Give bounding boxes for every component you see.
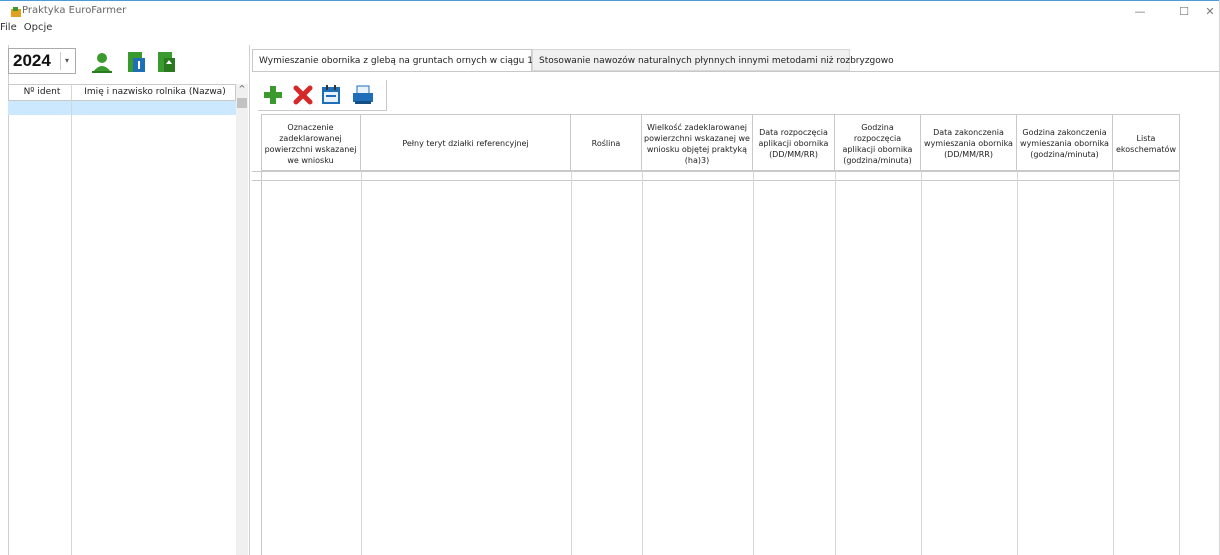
column-header-name[interactable]: Imię i nazwisko rolnika (Nazwa) xyxy=(75,87,235,97)
column-divider xyxy=(1113,171,1114,555)
tab-stosowanie-nawozow[interactable]: Stosowanie nawozów naturalnych płynnych … xyxy=(532,49,894,71)
window-title: Praktyka EuroFarmer xyxy=(22,5,127,16)
column-divider xyxy=(642,171,643,555)
column-header-data-rozpoczecia[interactable]: Data rozpoczęcia aplikacji obornika (DD/… xyxy=(753,115,835,172)
minimize-button[interactable]: — xyxy=(1126,3,1154,21)
close-button[interactable]: ✕ xyxy=(1196,3,1220,21)
menu-bar: File Opcje xyxy=(0,22,53,36)
column-divider xyxy=(1179,171,1180,555)
delete-icon[interactable] xyxy=(292,84,314,106)
column-divider xyxy=(571,171,572,555)
year-select[interactable]: 2024 ▾ xyxy=(8,48,76,74)
column-divider xyxy=(361,171,362,555)
column-divider xyxy=(835,171,836,555)
print-icon[interactable] xyxy=(352,84,374,106)
column-header-data-zakonczenia[interactable]: Data zakonczenia wymieszania obornika (D… xyxy=(921,115,1017,172)
column-divider xyxy=(71,84,72,555)
chevron-down-icon[interactable]: ▾ xyxy=(60,52,73,70)
farmer-list-header: Nº ident Imię i nazwisko rolnika (Nazwa) xyxy=(8,84,236,101)
app-logo-icon xyxy=(11,7,21,17)
column-header-godzina-zakonczenia[interactable]: Godzina zakonczenia wymieszania obornika… xyxy=(1017,115,1113,172)
scroll-up-icon[interactable]: ^ xyxy=(236,84,248,96)
column-divider xyxy=(753,171,754,555)
add-icon[interactable] xyxy=(262,84,284,106)
left-panel xyxy=(8,45,250,555)
document-info-icon[interactable] xyxy=(124,50,148,74)
farmer-add-icon[interactable] xyxy=(90,50,114,74)
scroll-thumb[interactable] xyxy=(237,98,247,108)
column-header-oznaczenie[interactable]: Oznaczenie zadeklarowanej powierzchni ws… xyxy=(261,115,361,172)
year-value: 2024 xyxy=(13,51,51,70)
menu-opcje[interactable]: Opcje xyxy=(24,22,53,33)
tab-wymieszanie-obornika[interactable]: Wymieszanie obornika z glebą na gruntach… xyxy=(252,49,571,71)
maximize-button[interactable]: ☐ xyxy=(1170,3,1198,21)
column-divider xyxy=(921,171,922,555)
empty-row-bottom-line xyxy=(252,180,1180,181)
empty-row-top-line xyxy=(252,171,1180,172)
practice-grid: Oznaczenie zadeklarowanej powierzchni ws… xyxy=(252,114,1220,555)
selected-row[interactable] xyxy=(8,101,236,115)
farmer-list-scrollbar[interactable]: ^ xyxy=(236,84,248,555)
column-header-roslina[interactable]: Roślina xyxy=(571,115,642,172)
grid-header: Oznaczenie zadeklarowanej powierzchni ws… xyxy=(261,114,1180,172)
column-divider xyxy=(1017,171,1018,555)
tab-divider xyxy=(252,71,1220,72)
menu-file[interactable]: File xyxy=(0,22,17,33)
title-bar: Praktyka EuroFarmer — ☐ ✕ xyxy=(0,0,1220,22)
column-header-godzina-rozpoczecia[interactable]: Godzina rozpoczęcia aplikacji obornika (… xyxy=(835,115,921,172)
column-header-id[interactable]: Nº ident xyxy=(13,87,71,97)
column-header-teryt[interactable]: Pełny teryt działki referencyjnej xyxy=(361,115,571,172)
column-header-wielkosc[interactable]: Wielkość zadeklarowanej powierzchni wska… xyxy=(642,115,753,172)
grid-toolbar xyxy=(258,80,387,111)
calendar-icon[interactable] xyxy=(320,84,342,106)
document-export-icon[interactable] xyxy=(154,50,178,74)
column-header-lista-ekoschematow[interactable]: Lista ekoschematów xyxy=(1113,115,1180,172)
